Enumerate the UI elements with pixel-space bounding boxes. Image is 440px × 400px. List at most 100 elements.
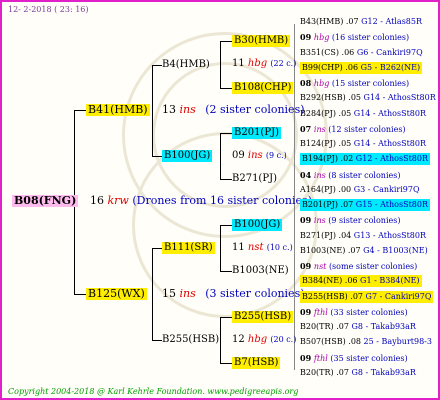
term: ins (313, 216, 329, 226)
gen4-row[interactable]: B255(HSB) .07 G7 - Cankiri97Q (300, 290, 434, 303)
ancestor-ref: G8 - Takab93aR (351, 322, 416, 331)
date-stamp: 12- 2-2018 ( 23: 16) (8, 5, 89, 14)
pedigree-chart: 12- 2-2018 ( 23: 16) Copyright 2004-2018… (0, 0, 440, 400)
gen-number: 16 (90, 194, 104, 207)
gen3-node-8[interactable]: B7(HSB) (232, 357, 281, 369)
note: (10 c.) (266, 243, 293, 252)
connector (220, 88, 232, 89)
gen2-node-1[interactable]: B4(HMB) (162, 59, 210, 71)
gen4-row[interactable]: B284(PJ) .05 G14 - AthosSt80R (300, 108, 426, 120)
ancestor-label: B507(HSB) .08 (300, 337, 364, 347)
root-node[interactable]: B08(FNG) (12, 195, 79, 207)
gen2-node-3[interactable]: B111(SR) (162, 242, 215, 254)
gen4-row[interactable]: B1003(NE) .07 G4 - B1003(NE) (300, 245, 428, 257)
gen4-row[interactable]: B292(HSB) .05 G14 - AthosSt80R (300, 92, 436, 104)
ancestor-ref: G14 - AthosSt80R (353, 108, 426, 118)
ancestor-label: A164(PJ) .00 (300, 184, 354, 194)
gen4-row[interactable]: 08 hbg (15 sister colonies) (300, 77, 409, 90)
ancestor-ref: G7 - Cankiri97Q (365, 291, 432, 301)
connector (152, 65, 153, 156)
ancestor-ref: G8 - Takab93aR (351, 367, 416, 377)
term: ins (247, 150, 263, 161)
gen-number: 07 (300, 123, 314, 134)
gen3-info-3: 09 ins (9 c.) (232, 150, 287, 162)
note: (33 sister colonies) (330, 307, 408, 317)
ancestor-ref: G15 - AthosSt80R (355, 200, 428, 209)
connector (152, 340, 162, 341)
ancestor-ref: G14 - AthosSt80R (353, 139, 426, 148)
gen4-row[interactable]: 07 ins (12 sister colonies) (300, 123, 406, 136)
connector (220, 41, 232, 42)
gen1-node-1[interactable]: B41(HMB) (86, 104, 150, 116)
gen4-row[interactable]: B124(PJ) .05 G14 - AthosSt80R (300, 138, 426, 150)
connector (152, 65, 162, 66)
connector (220, 41, 221, 88)
term: ins (313, 170, 329, 180)
connector (220, 317, 232, 318)
gen4-row[interactable]: 09 fthl (33 sister colonies) (300, 306, 408, 319)
ancestor-ref: G1 - B384(NE) (360, 276, 420, 286)
gen3-node-7[interactable]: B255(HSB) (232, 311, 294, 323)
gen-number: 13 (162, 103, 176, 116)
ancestor-ref: G3 - Cankiri97Q (353, 184, 420, 194)
ancestor-label: B384(NE) .06 (302, 276, 361, 286)
ancestor-ref: G4 - B1003(NE) (363, 245, 428, 255)
gen4-row[interactable]: 09 nst (some sister colonies) (300, 260, 417, 273)
gen3-info-5: 11 nst (10 c.) (232, 242, 293, 254)
gen4-row[interactable]: B507(HSB) .08 25 - Bayburt98-3 (300, 336, 432, 348)
term: krw (107, 194, 129, 207)
gen-number: 15 (162, 287, 176, 300)
gen4-row[interactable]: B20(TR) .07 G8 - Takab93aR (300, 321, 416, 333)
gen4-row[interactable]: A164(PJ) .00 G3 - Cankiri97Q (300, 184, 420, 196)
gen4-row[interactable]: B194(PJ) .02 G12 - AthosSt80R (300, 153, 430, 166)
gen4-row[interactable]: B99(CHP) .06 G5 - B262(NE) (300, 61, 423, 74)
gen4-row[interactable]: B43(HMB) .07 G12 - Atlas85R (300, 16, 422, 28)
gen4-row[interactable]: B20(TR) .07 G8 - Takab93aR (300, 367, 416, 379)
gen3-node-2[interactable]: B108(CHP) (232, 82, 294, 94)
ancestor-label: B201(PJ) .07 (302, 200, 356, 209)
term: hbg (313, 79, 332, 88)
connector (220, 317, 221, 363)
ancestor-label: B124(PJ) .05 (300, 139, 354, 148)
gen-number: 09 (300, 306, 314, 317)
gen1-node-2[interactable]: B125(WX) (86, 288, 147, 300)
note: (8 sister colonies) (328, 170, 401, 180)
connector (220, 363, 232, 364)
ancestor-ref: G6 - Cankiri97Q (356, 47, 423, 57)
ancestor-ref: G5 - B262(NE) (360, 62, 421, 72)
ancestor-label: B351(CS) .06 (300, 47, 357, 57)
gen3-info-7: 12 hbg (20 c.) (232, 334, 296, 346)
connector (152, 248, 153, 340)
gen4-row[interactable]: B384(NE) .06 G1 - B384(NE) (300, 275, 422, 288)
ancestor-ref: 25 - Bayburt98-3 (363, 337, 432, 347)
ancestor-label: B99(CHP) .06 (302, 62, 361, 72)
connector (74, 110, 86, 111)
gen2-node-2[interactable]: B100(JG) (162, 150, 213, 162)
term: hbg (247, 334, 268, 345)
gen4-row[interactable]: 09 fthl (35 sister colonies) (300, 352, 408, 365)
gen4-row[interactable]: B351(CS) .06 G6 - Cankiri97Q (300, 47, 423, 59)
note: (9 c.) (265, 151, 287, 160)
gen4-row[interactable]: 04 ins (8 sister colonies) (300, 169, 400, 182)
gen3-node-4[interactable]: B271(PJ) (232, 173, 277, 185)
connector (74, 294, 86, 295)
gen4-row[interactable]: 09 ins (9 sister colonies) (300, 214, 400, 227)
gen4-row[interactable]: B271(PJ) .04 G13 - AthosSt80R (300, 230, 426, 242)
gen4-row[interactable]: B201(PJ) .07 G15 - AthosSt80R (300, 199, 430, 211)
copyright-footer: Copyright 2004-2018 @ Karl Kehrle Founda… (8, 387, 299, 396)
gen2-node-4[interactable]: B255(HSB) (162, 334, 219, 346)
note: (12 sister colonies) (328, 124, 406, 134)
connector (220, 225, 232, 226)
ancestor-label: B20(TR) .07 (300, 367, 352, 377)
gen3-node-5[interactable]: B100(JG) (232, 219, 283, 231)
ancestor-ref: G12 - AthosSt80R (355, 154, 428, 164)
gen3-info-1: 11 hbg (22 c.) (232, 58, 296, 70)
gen-number: 09 (300, 261, 314, 271)
gen1-info-2: 15 ins (3 sister colonies) (162, 288, 305, 300)
gen3-node-1[interactable]: B30(HMB) (232, 35, 291, 47)
gen3-node-6[interactable]: B1003(NE) (232, 265, 289, 277)
gen4-row[interactable]: 09 hbg (16 sister colonies) (300, 31, 409, 44)
gen3-node-3[interactable]: B201(PJ) (232, 127, 281, 139)
connector (220, 179, 232, 180)
root-gen: 16 krw (Drones from 16 sister colonies) (90, 195, 312, 207)
